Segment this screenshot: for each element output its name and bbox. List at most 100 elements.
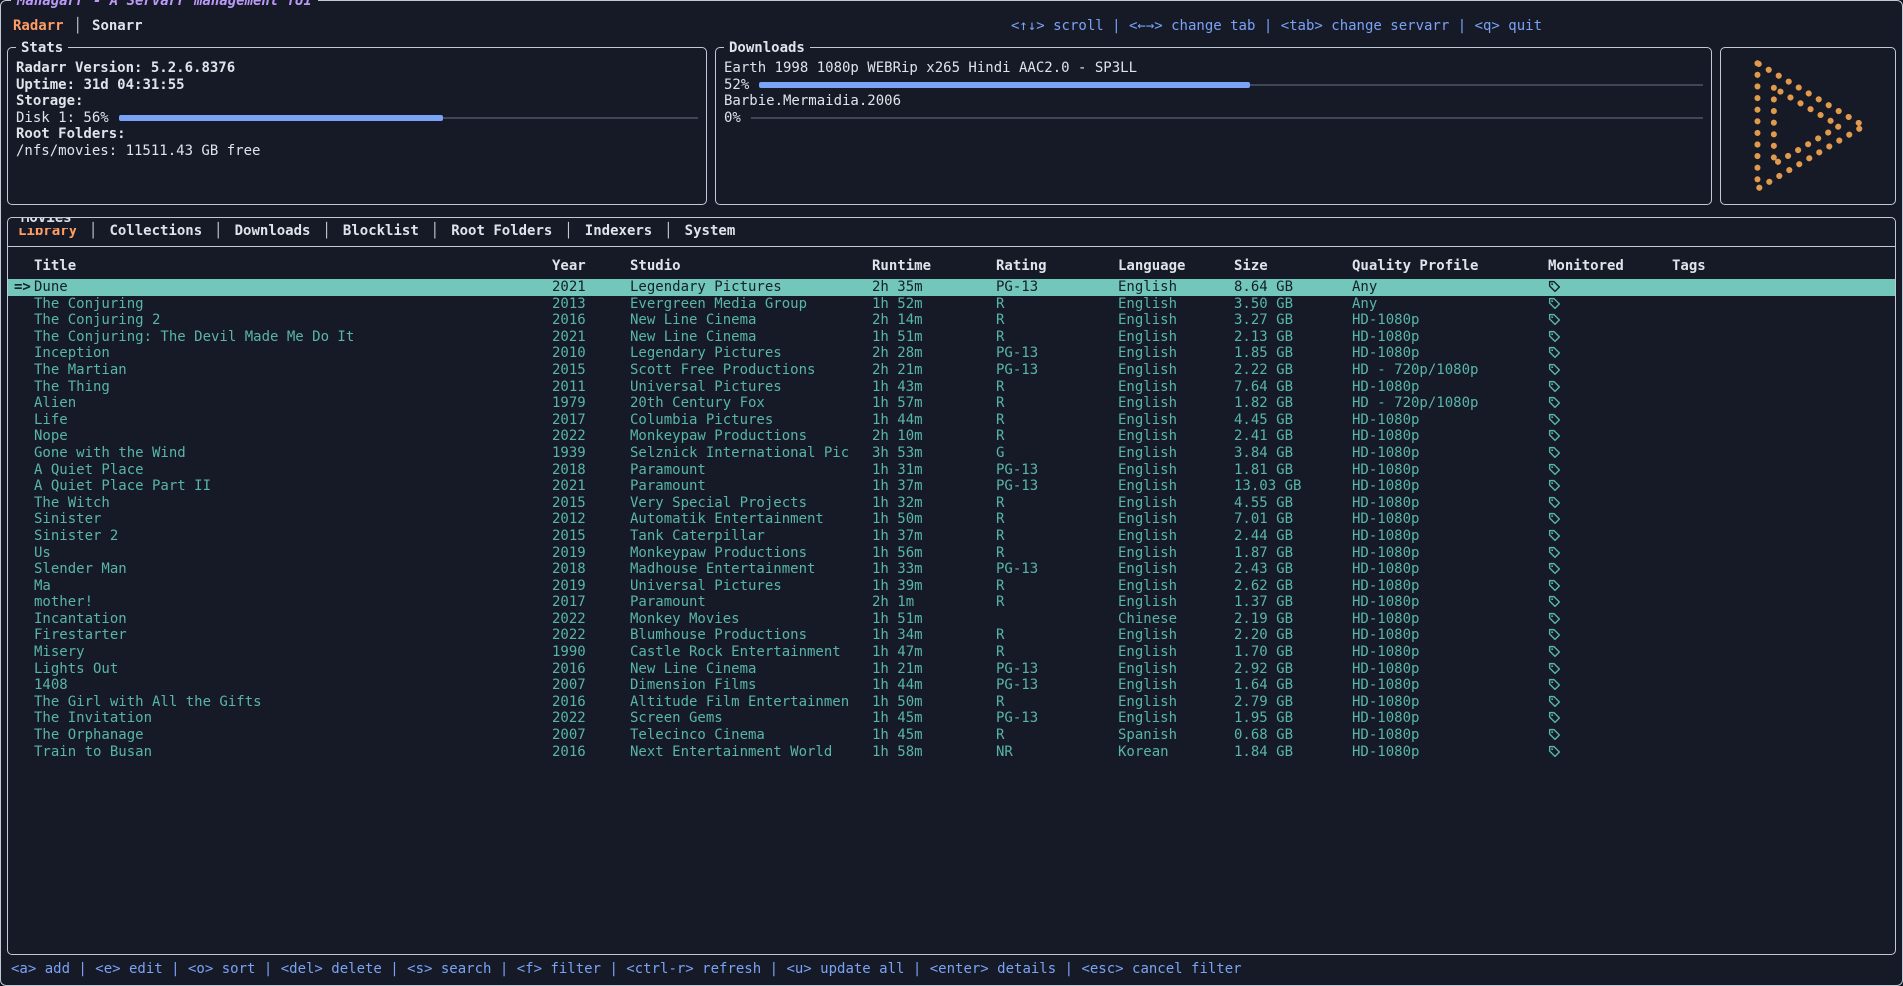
table-row[interactable]: Sinister 2012 Automatik Entertainment 1h… — [8, 511, 1895, 528]
cell-title: A Quiet Place Part II — [34, 478, 552, 495]
cell-year: 2007 — [552, 677, 630, 694]
root-folders-heading: Root Folders: — [16, 126, 698, 143]
tab-collections[interactable]: Collections — [109, 223, 202, 239]
uptime-value: 31d 04:31:55 — [83, 77, 184, 93]
table-row[interactable]: A Quiet Place Part II 2021 Paramount 1h … — [8, 478, 1895, 495]
cell-studio: Universal Pictures — [630, 578, 872, 595]
table-row[interactable]: => Dune 2021 Legendary Pictures 2h 35m P… — [8, 279, 1895, 296]
table-row[interactable]: Slender Man 2018 Madhouse Entertainment … — [8, 561, 1895, 578]
table-row[interactable]: Incantation 2022 Monkey Movies 1h 51m Ch… — [8, 611, 1895, 628]
cell-monitored — [1548, 644, 1672, 661]
cell-quality: HD-1080p — [1352, 644, 1548, 661]
cell-size: 3.84 GB — [1234, 445, 1352, 462]
cell-title: mother! — [34, 594, 552, 611]
movies-table-body: => Dune 2021 Legendary Pictures 2h 35m P… — [8, 279, 1895, 954]
table-row[interactable]: mother! 2017 Paramount 2h 1m R English 1… — [8, 594, 1895, 611]
cell-size: 2.19 GB — [1234, 611, 1352, 628]
tab-indexers[interactable]: Indexers — [585, 223, 652, 239]
cell-language: Spanish — [1118, 727, 1234, 744]
servarr-tab-sonarr[interactable]: Sonarr — [92, 18, 143, 34]
cell-rating: R — [996, 528, 1118, 545]
table-row[interactable]: The Conjuring 2 2016 New Line Cinema 2h … — [8, 312, 1895, 329]
table-row[interactable]: Lights Out 2016 New Line Cinema 1h 21m P… — [8, 661, 1895, 678]
cell-runtime: 1h 50m — [872, 694, 996, 711]
servarr-tabs: Radarr │ Sonarr — [13, 18, 143, 34]
monitored-tag-icon — [1548, 380, 1561, 393]
tab-system[interactable]: System — [685, 223, 736, 239]
tab-separator: │ — [431, 223, 439, 239]
cell-year: 2011 — [552, 379, 630, 396]
cell-year: 2018 — [552, 462, 630, 479]
cell-quality: HD-1080p — [1352, 528, 1548, 545]
table-row[interactable]: Life 2017 Columbia Pictures 1h 44m R Eng… — [8, 412, 1895, 429]
table-row[interactable]: Ma 2019 Universal Pictures 1h 39m R Engl… — [8, 578, 1895, 595]
table-row[interactable]: Alien 1979 20th Century Fox 1h 57m R Eng… — [8, 395, 1895, 412]
table-row[interactable]: Misery 1990 Castle Rock Entertainment 1h… — [8, 644, 1895, 661]
cell-runtime: 1h 31m — [872, 462, 996, 479]
monitored-tag-icon — [1548, 363, 1561, 376]
download-item-progress: 52% — [724, 77, 1703, 94]
monitored-tag-icon — [1548, 562, 1561, 575]
cell-title: Gone with the Wind — [34, 445, 552, 462]
cell-year: 2012 — [552, 511, 630, 528]
table-row[interactable]: The Conjuring 2013 Evergreen Media Group… — [8, 296, 1895, 313]
cell-language: English — [1118, 462, 1234, 479]
tab-blocklist[interactable]: Blocklist — [343, 223, 419, 239]
cell-monitored — [1548, 495, 1672, 512]
table-row[interactable]: The Martian 2015 Scott Free Productions … — [8, 362, 1895, 379]
table-row[interactable]: Firestarter 2022 Blumhouse Productions 1… — [8, 627, 1895, 644]
cell-size: 1.84 GB — [1234, 744, 1352, 761]
table-row[interactable]: The Thing 2011 Universal Pictures 1h 43m… — [8, 379, 1895, 396]
table-row[interactable]: Nope 2022 Monkeypaw Productions 2h 10m R… — [8, 428, 1895, 445]
monitored-tag-icon — [1548, 330, 1561, 343]
cell-quality: HD-1080p — [1352, 478, 1548, 495]
cell-quality: HD-1080p — [1352, 445, 1548, 462]
monitored-tag-icon — [1548, 280, 1561, 293]
table-row[interactable]: A Quiet Place 2018 Paramount 1h 31m PG-1… — [8, 462, 1895, 479]
cell-quality: HD-1080p — [1352, 561, 1548, 578]
cell-title: The Thing — [34, 379, 552, 396]
cell-studio: Castle Rock Entertainment — [630, 644, 872, 661]
servarr-tab-radarr[interactable]: Radarr — [13, 18, 64, 34]
cell-runtime: 1h 45m — [872, 710, 996, 727]
movies-panel-title: Movies — [16, 217, 77, 228]
cell-monitored — [1548, 694, 1672, 711]
cell-rating: PG-13 — [996, 561, 1118, 578]
table-row[interactable]: The Girl with All the Gifts 2016 Altitud… — [8, 694, 1895, 711]
cell-title: Sinister 2 — [34, 528, 552, 545]
table-row[interactable]: Sinister 2 2015 Tank Caterpillar 1h 37m … — [8, 528, 1895, 545]
cell-studio: Very Special Projects — [630, 495, 872, 512]
cell-language: English — [1118, 428, 1234, 445]
cell-size: 2.92 GB — [1234, 661, 1352, 678]
cell-runtime: 1h 47m — [872, 644, 996, 661]
cell-title: The Conjuring — [34, 296, 552, 313]
table-row[interactable]: The Witch 2015 Very Special Projects 1h … — [8, 495, 1895, 512]
table-row[interactable]: The Conjuring: The Devil Made Me Do It 2… — [8, 329, 1895, 346]
cell-language: English — [1118, 445, 1234, 462]
cell-quality: HD-1080p — [1352, 744, 1548, 761]
table-row[interactable]: The Orphanage 2007 Telecinco Cinema 1h 4… — [8, 727, 1895, 744]
cell-runtime: 2h 35m — [872, 279, 996, 296]
cell-language: English — [1118, 511, 1234, 528]
cell-language: English — [1118, 627, 1234, 644]
cell-rating: NR — [996, 744, 1118, 761]
cell-year: 2022 — [552, 428, 630, 445]
cell-quality: HD-1080p — [1352, 379, 1548, 396]
table-row[interactable]: Gone with the Wind 1939 Selznick Interna… — [8, 445, 1895, 462]
table-row[interactable]: Inception 2010 Legendary Pictures 2h 28m… — [8, 345, 1895, 362]
table-row[interactable]: Us 2019 Monkeypaw Productions 1h 56m R E… — [8, 545, 1895, 562]
cell-language: Korean — [1118, 744, 1234, 761]
tab-root-folders[interactable]: Root Folders — [451, 223, 552, 239]
table-row[interactable]: Train to Busan 2016 Next Entertainment W… — [8, 744, 1895, 761]
cell-monitored — [1548, 744, 1672, 761]
cell-size: 1.95 GB — [1234, 710, 1352, 727]
cell-studio: Screen Gems — [630, 710, 872, 727]
cell-size: 4.45 GB — [1234, 412, 1352, 429]
cell-year: 2022 — [552, 611, 630, 628]
table-row[interactable]: 1408 2007 Dimension Films 1h 44m PG-13 E… — [8, 677, 1895, 694]
cell-title: Firestarter — [34, 627, 552, 644]
tab-downloads[interactable]: Downloads — [235, 223, 311, 239]
stats-panel: Stats Radarr Version: 5.2.6.8376 Uptime:… — [7, 47, 707, 205]
cell-studio: Legendary Pictures — [630, 345, 872, 362]
table-row[interactable]: The Invitation 2022 Screen Gems 1h 45m P… — [8, 710, 1895, 727]
